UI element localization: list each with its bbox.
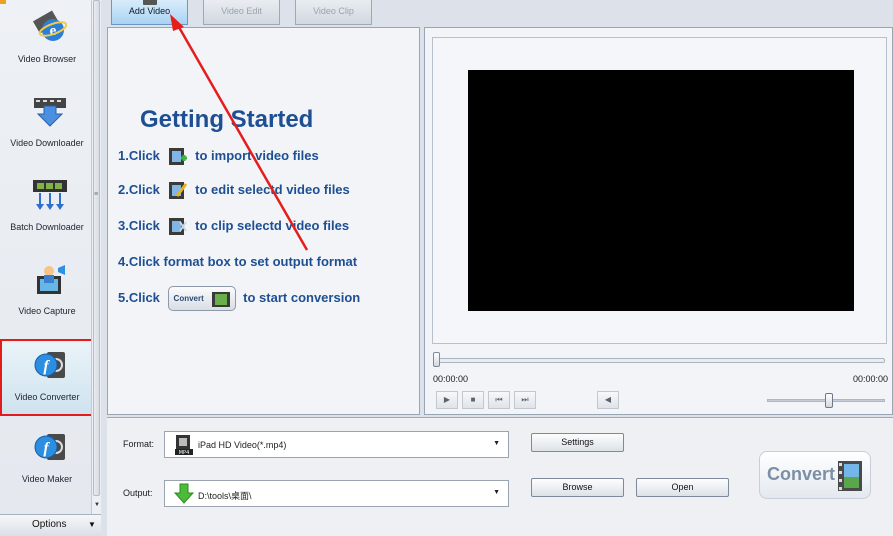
tab-add-video[interactable]: Add Video xyxy=(111,0,188,25)
format-label: Format: xyxy=(123,439,155,449)
next-button[interactable]: ⏭ xyxy=(514,391,536,409)
step-5: 5.Click Convert to start conversion xyxy=(118,286,360,311)
settings-button[interactable]: Settings xyxy=(531,433,624,452)
step-text: to start conversion xyxy=(243,289,361,305)
edit-video-icon xyxy=(168,182,187,199)
active-item-highlight xyxy=(0,339,98,416)
sidebar-item-video-maker[interactable]: f Video Maker xyxy=(2,424,92,496)
step-3: 3.Click to clip selectd video files xyxy=(118,217,349,236)
step-number: 3.Click xyxy=(118,217,160,233)
tab-video-clip[interactable]: Video Clip xyxy=(295,0,372,25)
convert-label: Convert xyxy=(767,464,836,484)
tab-label: Add Video xyxy=(128,6,171,16)
step-text: to edit selectd video files xyxy=(195,181,350,197)
add-video-icon xyxy=(142,0,157,5)
svg-text:MP4: MP4 xyxy=(179,450,190,456)
video-screen[interactable] xyxy=(468,70,854,311)
sidebar-item-label: Video Maker xyxy=(21,474,73,484)
sidebar-item-label: Batch Downloader xyxy=(10,222,84,232)
add-video-icon xyxy=(168,148,187,165)
speaker-icon: ◀ xyxy=(604,395,612,404)
tab-video-edit[interactable]: Video Edit xyxy=(203,0,280,25)
previous-button[interactable]: ⏮ xyxy=(488,391,510,409)
output-select[interactable]: D:\tools\桌面\ ▼ xyxy=(164,480,509,507)
volume-thumb[interactable] xyxy=(825,393,834,408)
film-icon xyxy=(211,292,230,307)
seek-thumb[interactable] xyxy=(433,352,440,367)
step-number: 2.Click xyxy=(118,181,160,197)
chevron-down-icon: ▼ xyxy=(88,520,96,529)
format-select[interactable]: MP4 iPad HD Video(*.mp4) ▼ xyxy=(164,431,509,458)
video-downloader-icon xyxy=(34,98,66,127)
sidebar-item-video-capture[interactable]: Video Capture xyxy=(2,256,92,328)
step-text: 4.Click format box to set output format xyxy=(118,254,358,269)
sidebar-list: e Video Browser Video Downloader Batch D… xyxy=(0,0,92,512)
step-text: to import video files xyxy=(195,147,319,163)
convert-button[interactable]: Convert xyxy=(759,451,871,499)
sidebar-item-label: Video Browser xyxy=(17,54,77,64)
open-button[interactable]: Open xyxy=(636,478,729,497)
sidebar-item-label: Video Downloader xyxy=(10,138,84,148)
step-2: 2.Click to edit selectd video files xyxy=(118,181,350,200)
step-1: 1.Click to import video files xyxy=(118,147,319,166)
browse-button[interactable]: Browse xyxy=(531,478,624,497)
output-path: D:\tools\桌面\ xyxy=(198,491,252,501)
output-label: Output: xyxy=(123,488,153,498)
options-dropdown[interactable]: Options ▼ xyxy=(0,514,101,536)
video-frame xyxy=(432,37,887,344)
sidebar-item-batch-downloader[interactable]: Batch Downloader xyxy=(2,172,92,244)
clip-video-icon xyxy=(168,218,187,235)
chevron-down-icon: ▼ xyxy=(493,440,500,447)
next-icon: ⏭ xyxy=(521,395,529,404)
tab-label: Video Edit xyxy=(221,6,262,16)
total-time: 00:00:00 xyxy=(853,374,889,384)
download-folder-icon xyxy=(173,483,195,504)
sidebar-scrollbar[interactable]: ≡ ▼ xyxy=(91,0,101,514)
step-text: to clip selectd video files xyxy=(195,217,350,233)
stop-button[interactable]: ■ xyxy=(462,391,484,409)
play-button[interactable]: ▶ xyxy=(436,391,458,409)
sidebar-item-video-browser[interactable]: e Video Browser xyxy=(2,4,92,76)
sidebar-item-video-downloader[interactable]: Video Downloader xyxy=(2,88,92,160)
scroll-down-icon[interactable]: ▼ xyxy=(94,502,100,508)
scrollbar-grip-icon: ≡ xyxy=(94,191,99,198)
tab-label: Video Clip xyxy=(313,6,354,16)
film-icon xyxy=(838,461,862,491)
chevron-down-icon: ▼ xyxy=(493,489,500,496)
mute-button[interactable]: ◀ xyxy=(597,391,619,409)
convert-chip-label: Convert xyxy=(173,294,204,303)
video-maker-icon: f xyxy=(34,434,65,460)
batch-downloader-icon xyxy=(33,180,67,210)
getting-started-panel: Getting Started 1.Click to import video … xyxy=(107,27,420,415)
step-number: 5.Click xyxy=(118,289,160,305)
sidebar: e Video Browser Video Downloader Batch D… xyxy=(0,0,101,536)
step-number: 1.Click xyxy=(118,147,160,163)
getting-started-title: Getting Started xyxy=(140,106,314,133)
video-browser-icon: e xyxy=(33,10,67,41)
step-4: 4.Click format box to set output format xyxy=(118,254,357,269)
preview-panel: 00:00:00 00:00:00 ▶ ■ ⏮ ⏭ ◀ xyxy=(424,27,893,415)
scrollbar-thumb[interactable] xyxy=(93,0,100,496)
output-settings-area: Format: MP4 iPad HD Video(*.mp4) ▼ Outpu… xyxy=(107,417,893,536)
sidebar-item-label: Video Capture xyxy=(18,306,76,316)
seek-bar[interactable] xyxy=(433,358,885,363)
current-time: 00:00:00 xyxy=(433,374,469,384)
mp4-file-icon: MP4 xyxy=(175,435,193,456)
stop-icon: ■ xyxy=(470,395,476,404)
video-capture-icon xyxy=(37,265,65,294)
format-value: iPad HD Video(*.mp4) xyxy=(198,440,287,450)
options-label: Options xyxy=(32,519,67,530)
convert-chip-icon: Convert xyxy=(167,286,236,311)
play-icon: ▶ xyxy=(443,395,451,404)
previous-icon: ⏮ xyxy=(495,395,503,404)
